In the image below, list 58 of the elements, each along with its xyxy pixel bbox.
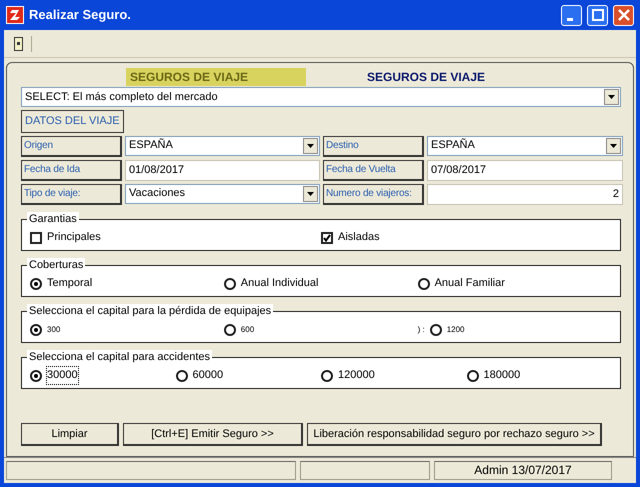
action-button[interactable]: [Ctrl+E] Emitir Seguro >> <box>123 423 303 446</box>
option-label[interactable]: 60000 <box>192 367 224 384</box>
dropdown-field[interactable]: ESPAÑA <box>125 136 320 156</box>
action-button[interactable]: Limpiar <box>21 423 119 446</box>
radio-button[interactable] <box>466 370 478 382</box>
field-label: Destino <box>323 136 424 156</box>
section-header: SEGUROS DE VIAJE <box>366 69 486 86</box>
stray-text: ) : <box>418 325 425 334</box>
option-label[interactable]: Aisladas <box>338 229 380 246</box>
option-label[interactable]: 30000 <box>47 367 78 384</box>
exit-door-icon[interactable] <box>14 36 23 50</box>
option-label[interactable]: 120000 <box>338 367 375 384</box>
group-title: Garantias <box>27 212 79 226</box>
section-header: SEGUROS DE VIAJE <box>126 68 306 86</box>
maximize-icon <box>592 9 604 21</box>
action-button[interactable]: Liberación responsabilidad seguro por rechazo seguro >> <box>307 423 602 446</box>
product-select[interactable]: SELECT: El más completo del mercado <box>21 87 621 107</box>
maximize-button[interactable] <box>587 4 608 26</box>
input-field[interactable]: 01/08/2017 <box>125 160 320 180</box>
minimize-button[interactable] <box>561 4 582 26</box>
radio-button[interactable] <box>30 370 42 382</box>
field-label: Origen <box>21 136 122 156</box>
checkbox[interactable] <box>321 232 333 244</box>
field-label: Tipo de viaje: <box>21 184 122 204</box>
option-label[interactable]: Anual Familiar <box>434 275 505 292</box>
radio-button[interactable] <box>176 370 188 382</box>
field-label: Numero de viajeros: <box>323 184 424 204</box>
dropdown-field[interactable]: Vacaciones <box>125 184 320 204</box>
input-field[interactable]: 2 <box>427 184 623 204</box>
app-logo-icon <box>6 6 24 24</box>
radio-button[interactable] <box>224 324 236 336</box>
option-label[interactable]: 180000 <box>484 367 520 384</box>
group-title: Selecciona el capital para la pérdida de equipajes <box>27 304 274 318</box>
close-icon <box>618 9 630 21</box>
checkbox[interactable] <box>30 232 42 244</box>
window-title: Realizar Seguro. <box>29 6 132 24</box>
radio-button[interactable] <box>30 324 42 336</box>
status-text: Admin 13/07/2017 <box>434 461 612 480</box>
option-label[interactable]: Principales <box>47 229 101 246</box>
radio-button[interactable] <box>418 278 430 290</box>
radio-button[interactable] <box>430 324 442 336</box>
option-label[interactable]: Anual Individual <box>240 275 318 292</box>
minimize-icon <box>566 18 572 20</box>
option-label[interactable]: 300 <box>47 324 60 336</box>
field-label: Fecha de Vuelta <box>323 160 424 180</box>
close-button[interactable] <box>613 4 634 26</box>
group-title: Coberturas <box>27 258 86 272</box>
option-label[interactable]: 600 <box>240 324 254 336</box>
radio-button[interactable] <box>321 370 333 382</box>
section-label: DATOS DEL VIAJE <box>21 110 124 132</box>
group-title: Selecciona el capital para accidentes <box>27 350 212 364</box>
radio-button[interactable] <box>224 278 236 290</box>
radio-button[interactable] <box>30 278 42 290</box>
option-label[interactable]: 1200 <box>446 324 464 336</box>
field-label: Fecha de Ida <box>21 160 122 180</box>
dropdown-field[interactable]: ESPAÑA <box>427 136 623 156</box>
option-label[interactable]: Temporal <box>47 275 92 292</box>
input-field[interactable]: 07/08/2017 <box>427 160 623 180</box>
